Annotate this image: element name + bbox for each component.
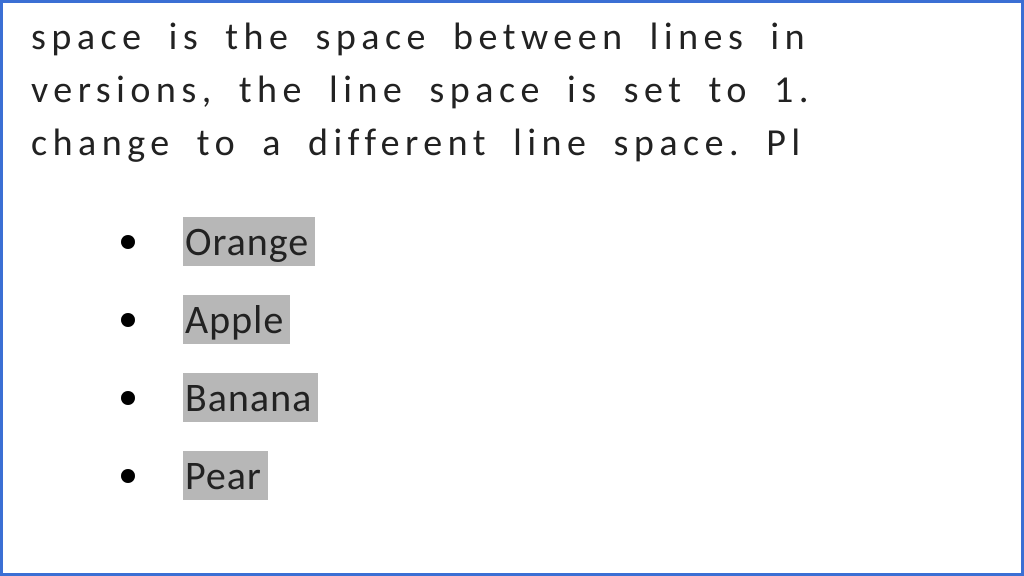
document-area[interactable]: space is the space between lines in vers… (3, 3, 1021, 507)
bullet-icon (121, 313, 135, 327)
list-item[interactable]: Banana (121, 367, 993, 429)
list-item-label[interactable]: Banana (183, 373, 318, 422)
bullet-icon (121, 469, 135, 483)
list-item-label[interactable]: Orange (183, 217, 315, 266)
paragraph-line-2: versions, the line space is set to 1. (31, 67, 814, 113)
paragraph-line-1: space is the space between lines in (31, 14, 810, 60)
list-item[interactable]: Apple (121, 289, 993, 351)
bullet-list[interactable]: Orange Apple Banana Pear (121, 211, 993, 507)
list-item[interactable]: Orange (121, 211, 993, 273)
list-item[interactable]: Pear (121, 445, 993, 507)
list-item-label[interactable]: Pear (183, 451, 268, 500)
bullet-icon (121, 235, 135, 249)
list-item-label[interactable]: Apple (183, 295, 290, 344)
body-paragraph[interactable]: space is the space between lines in vers… (31, 11, 993, 171)
paragraph-line-3: change to a different line space. Pl (31, 120, 806, 166)
bullet-icon (121, 391, 135, 405)
